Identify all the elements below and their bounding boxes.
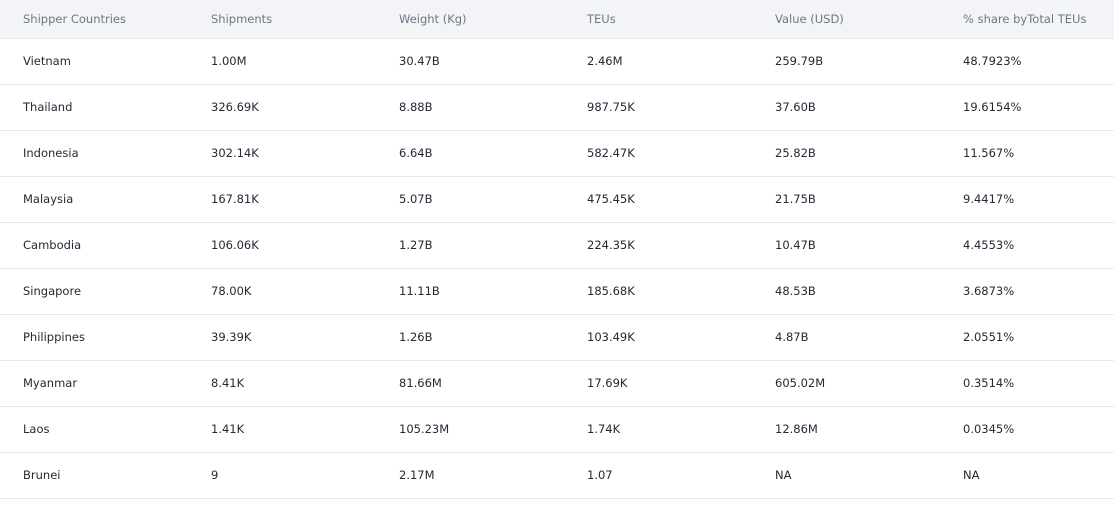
- teus-cell: 987.75K: [587, 100, 635, 114]
- teus-cell: 185.68K: [587, 284, 635, 298]
- header-teus[interactable]: TEUs: [564, 0, 752, 38]
- weight-cell: 6.64B: [399, 146, 433, 160]
- teus-cell: 1.74K: [587, 422, 621, 436]
- teus-cell: 2.46M: [587, 54, 623, 68]
- value-cell: 10.47B: [775, 238, 816, 252]
- teus-cell: 17.69K: [587, 376, 628, 390]
- value-cell: 37.60B: [775, 100, 816, 114]
- country-cell: Indonesia: [23, 146, 79, 160]
- country-cell: Singapore: [23, 284, 82, 298]
- shipments-cell: 8.41K: [211, 376, 245, 390]
- country-cell: Philippines: [23, 330, 85, 344]
- shipper-countries-table: Shipper Countries Shipments Weight (Kg) …: [0, 0, 1114, 499]
- teus-cell: 103.49K: [587, 330, 635, 344]
- share-cell: 48.7923%: [963, 54, 1022, 68]
- table-row[interactable]: Malaysia 167.81K 5.07B 475.45K 21.75B 9.4417%: [0, 176, 1114, 222]
- shipments-cell: 39.39K: [211, 330, 252, 344]
- weight-cell: 11.11B: [399, 284, 440, 298]
- shipments-cell: 302.14K: [211, 146, 259, 160]
- value-cell: 25.82B: [775, 146, 816, 160]
- table-row[interactable]: Brunei 9 2.17M 1.07 NA NA: [0, 452, 1114, 498]
- share-cell: 0.3514%: [963, 376, 1015, 390]
- teus-cell: 224.35K: [587, 238, 635, 252]
- shipments-cell: 167.81K: [211, 192, 259, 206]
- share-cell: NA: [963, 468, 980, 482]
- share-cell: 0.0345%: [963, 422, 1015, 436]
- value-cell: 259.79B: [775, 54, 824, 68]
- weight-cell: 2.17M: [399, 468, 435, 482]
- value-cell: NA: [775, 468, 792, 482]
- table-row[interactable]: Singapore 78.00K 11.11B 185.68K 48.53B 3.6873…: [0, 268, 1114, 314]
- share-cell: 2.0551%: [963, 330, 1015, 344]
- table-row[interactable]: Thailand 326.69K 8.88B 987.75K 37.60B 19.6154…: [0, 84, 1114, 130]
- value-cell: 48.53B: [775, 284, 816, 298]
- weight-cell: 1.26B: [399, 330, 433, 344]
- header-weight[interactable]: Weight (Kg): [376, 0, 564, 38]
- teus-cell: 582.47K: [587, 146, 635, 160]
- country-cell: Vietnam: [23, 54, 71, 68]
- value-cell: 21.75B: [775, 192, 816, 206]
- shipments-cell: 1.00M: [211, 54, 247, 68]
- value-cell: 4.87B: [775, 330, 809, 344]
- weight-cell: 30.47B: [399, 54, 440, 68]
- table-body: Vietnam 1.00M 30.47B 2.46M 259.79B 48.7923% Th…: [0, 38, 1114, 498]
- shipments-cell: 1.41K: [211, 422, 245, 436]
- weight-cell: 105.23M: [399, 422, 450, 436]
- shipper-countries-table-container: Shipper Countries Shipments Weight (Kg) …: [0, 0, 1114, 525]
- country-cell: Myanmar: [23, 376, 78, 390]
- table-row[interactable]: Laos 1.41K 105.23M 1.74K 12.86M 0.0345%: [0, 406, 1114, 452]
- table-row[interactable]: Vietnam 1.00M 30.47B 2.46M 259.79B 48.7923%: [0, 38, 1114, 84]
- value-cell: 12.86M: [775, 422, 818, 436]
- country-cell: Thailand: [23, 100, 73, 114]
- table-row[interactable]: Indonesia 302.14K 6.64B 582.47K 25.82B 11.567…: [0, 130, 1114, 176]
- teus-cell: 475.45K: [587, 192, 635, 206]
- weight-cell: 8.88B: [399, 100, 433, 114]
- table-row[interactable]: Philippines 39.39K 1.26B 103.49K 4.87B 2.0551…: [0, 314, 1114, 360]
- country-cell: Malaysia: [23, 192, 74, 206]
- shipments-cell: 9: [211, 468, 219, 482]
- share-cell: 11.567%: [963, 146, 1015, 160]
- share-cell: 9.4417%: [963, 192, 1015, 206]
- table-header-row: Shipper Countries Shipments Weight (Kg) …: [0, 0, 1114, 38]
- header-shipments[interactable]: Shipments: [188, 0, 376, 38]
- teus-cell: 1.07: [587, 468, 613, 482]
- shipments-cell: 326.69K: [211, 100, 259, 114]
- share-cell: 4.4553%: [963, 238, 1015, 252]
- country-cell: Brunei: [23, 468, 61, 482]
- value-cell: 605.02M: [775, 376, 826, 390]
- country-cell: Cambodia: [23, 238, 82, 252]
- table-row[interactable]: Myanmar 8.41K 81.66M 17.69K 605.02M 0.3514%: [0, 360, 1114, 406]
- shipments-cell: 78.00K: [211, 284, 252, 298]
- weight-cell: 81.66M: [399, 376, 442, 390]
- share-cell: 19.6154%: [963, 100, 1022, 114]
- weight-cell: 1.27B: [399, 238, 433, 252]
- table-row[interactable]: Cambodia 106.06K 1.27B 224.35K 10.47B 4.4553%: [0, 222, 1114, 268]
- weight-cell: 5.07B: [399, 192, 433, 206]
- header-shipper-countries[interactable]: Shipper Countries: [0, 0, 188, 38]
- header-share-total-teus[interactable]: % share byTotal TEUs: [940, 0, 1114, 38]
- share-cell: 3.6873%: [963, 284, 1015, 298]
- header-value-usd[interactable]: Value (USD): [752, 0, 940, 38]
- country-cell: Laos: [23, 422, 50, 436]
- shipments-cell: 106.06K: [211, 238, 259, 252]
